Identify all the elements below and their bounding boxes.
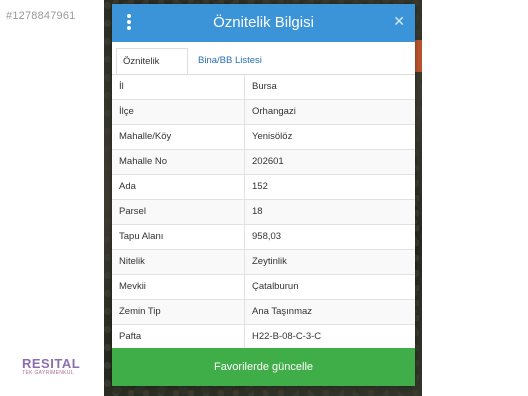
row-label: Nitelik (112, 250, 245, 274)
row-label: İlçe (112, 100, 245, 124)
table-row: Pafta H22-B-08-C-3-C (112, 325, 415, 350)
tab-bar: Öznitelik Bilgisi Bina/BB Listesi (112, 42, 415, 93)
table-row: Parsel 18 (112, 200, 415, 225)
row-label: Pafta (112, 325, 245, 349)
tab-attribute-info[interactable]: Öznitelik Bilgisi (116, 48, 188, 93)
row-value: Bursa (252, 81, 277, 92)
row-value: Zeytinlik (252, 256, 287, 267)
brand-subtitle: TEK GAYRİMENKUL (22, 370, 74, 376)
row-value: Ana Taşınmaz (252, 306, 313, 317)
row-value: 202601 (252, 156, 284, 167)
brand-name: RESITAL (22, 356, 81, 371)
table-row: Ada 152 (112, 175, 415, 200)
table-row: Nitelik Zeytinlik (112, 250, 415, 275)
close-icon[interactable]: ✕ (393, 13, 405, 30)
table-row: Mahalle/Köy Yenisölöz (112, 125, 415, 150)
table-row: Mahalle No 202601 (112, 150, 415, 175)
table-row: Tapu Alanı 958,03 (112, 225, 415, 250)
row-label: Mahalle/Köy (112, 125, 245, 149)
row-label: İl (112, 75, 245, 99)
row-label: Parsel (112, 200, 245, 224)
row-label: Zemin Tip (112, 300, 245, 324)
modal-header: Öznitelik Bilgisi ✕ (112, 4, 415, 42)
modal-title: Öznitelik Bilgisi (213, 14, 314, 31)
row-value: Yenisölöz (252, 131, 293, 142)
attribute-table: İl Bursa İlçe Orhangazi Mahalle/Köy Yeni… (112, 75, 415, 350)
row-value: H22-B-08-C-3-C (252, 331, 322, 342)
row-value: Çatalburun (252, 281, 299, 292)
row-label: Tapu Alanı (112, 225, 245, 249)
update-favorites-button[interactable]: Favorilerde güncelle (112, 348, 415, 386)
row-value: 152 (252, 181, 268, 192)
table-row: Zemin Tip Ana Taşınmaz (112, 300, 415, 325)
row-value: Orhangazi (252, 106, 296, 117)
brand-logo: RESITAL TEK GAYRİMENKUL (22, 356, 81, 376)
row-label: Mahalle No (112, 150, 245, 174)
tab-building-list[interactable]: Bina/BB Listesi (192, 48, 268, 74)
table-row: İl Bursa (112, 75, 415, 100)
row-label: Ada (112, 175, 245, 199)
row-label: Mevkii (112, 275, 245, 299)
row-value: 958,03 (252, 231, 282, 242)
table-row: Mevkii Çatalburun (112, 275, 415, 300)
attribute-info-modal: Öznitelik Bilgisi ✕ Öznitelik Bilgisi Bi… (112, 4, 415, 386)
row-value: 18 (252, 206, 263, 217)
listing-id: #1278847961 (6, 10, 76, 22)
table-row: İlçe Orhangazi (112, 100, 415, 125)
